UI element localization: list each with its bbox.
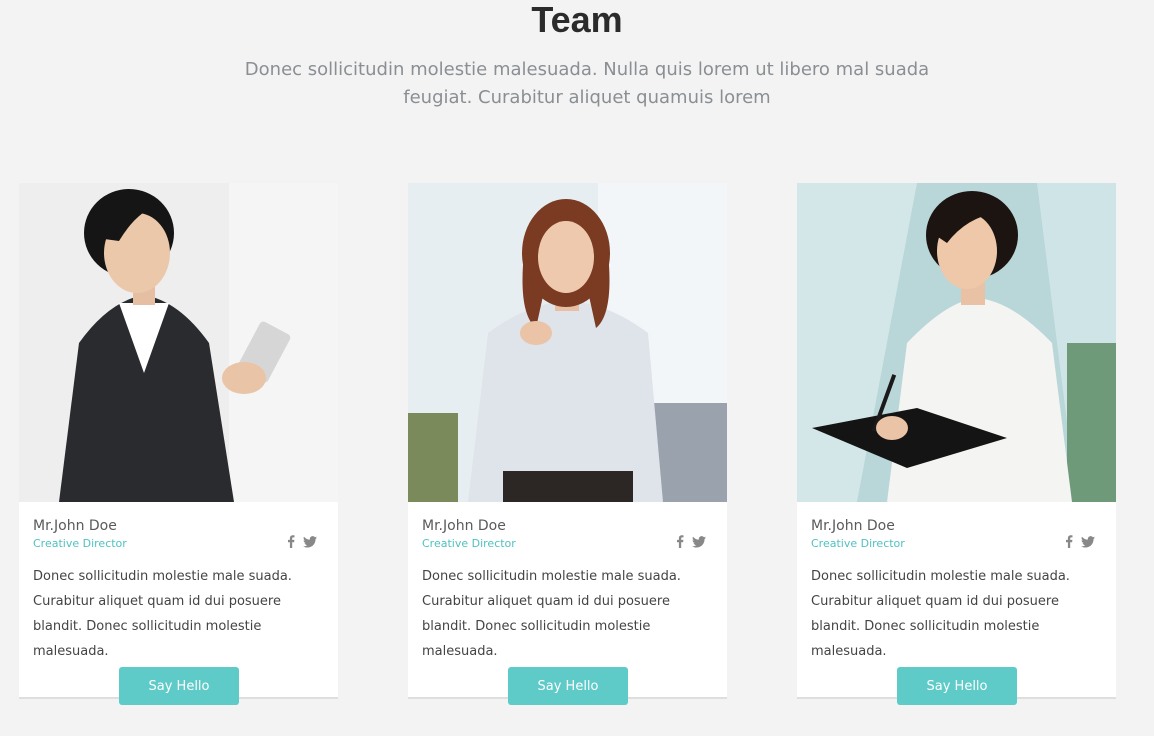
say-hello-button[interactable]: Say Hello [508, 667, 628, 705]
team-card: Mr.John Doe Creative Director Donec soll… [408, 183, 727, 705]
social-links [1065, 533, 1095, 552]
facebook-icon[interactable] [287, 533, 295, 552]
member-name: Mr.John Doe [33, 518, 117, 534]
say-hello-button[interactable]: Say Hello [897, 667, 1017, 705]
team-member-photo [408, 183, 727, 502]
twitter-icon[interactable] [303, 533, 317, 552]
social-links [676, 533, 706, 552]
team-member-photo [19, 183, 338, 502]
member-role: Creative Director [422, 537, 516, 550]
member-description: Donec sollicitudin molestie male suada. … [811, 569, 1070, 659]
member-name: Mr.John Doe [811, 518, 895, 534]
facebook-icon[interactable] [676, 533, 684, 552]
member-role: Creative Director [33, 537, 127, 550]
twitter-icon[interactable] [692, 533, 706, 552]
team-card: Mr.John Doe Creative Director Donec soll… [19, 183, 338, 705]
section-subtitle: Donec sollicitudin molestie malesuada. N… [244, 59, 930, 108]
say-hello-button[interactable]: Say Hello [119, 667, 239, 705]
member-role: Creative Director [811, 537, 905, 550]
social-links [287, 533, 317, 552]
member-description: Donec sollicitudin molestie male suada. … [422, 569, 681, 659]
twitter-icon[interactable] [1081, 533, 1095, 552]
section-title: Team [531, 0, 623, 40]
member-description: Donec sollicitudin molestie male suada. … [33, 569, 292, 659]
team-card: Mr.John Doe Creative Director Donec soll… [797, 183, 1116, 705]
member-name: Mr.John Doe [422, 518, 506, 534]
facebook-icon[interactable] [1065, 533, 1073, 552]
team-member-photo [797, 183, 1116, 502]
